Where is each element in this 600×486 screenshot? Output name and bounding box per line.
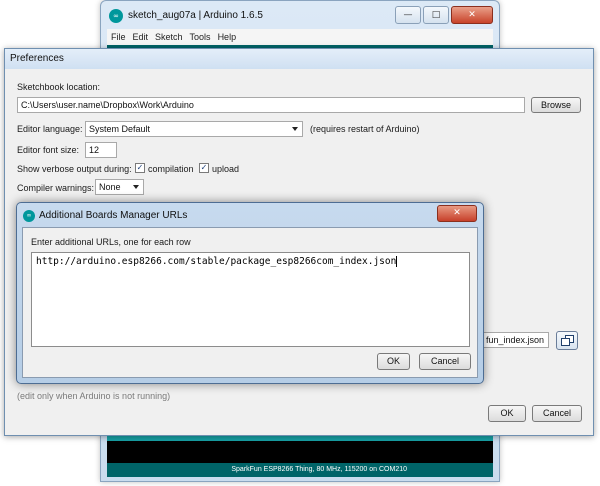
close-icon[interactable]: ✕	[437, 205, 477, 222]
font-size-label: Editor font size:	[17, 145, 80, 155]
menu-sketch[interactable]: Sketch	[155, 29, 183, 45]
compiler-warnings-select[interactable]: None	[95, 179, 144, 195]
upload-label: upload	[212, 164, 240, 174]
minimize-icon[interactable]: —	[395, 6, 421, 24]
cancel-button[interactable]: Cancel	[532, 405, 582, 422]
ide-window-title: sketch_aug07a | Arduino 1.6.5	[128, 10, 263, 21]
preferences-titlebar[interactable]: Preferences	[5, 49, 593, 69]
verbose-output-label: Show verbose output during:	[17, 164, 132, 174]
sketchbook-location-field[interactable]: C:\Users\user.name\Dropbox\Work\Arduino	[17, 97, 525, 113]
arduino-logo-icon: ∞	[109, 9, 123, 23]
font-size-field[interactable]: 12	[85, 142, 117, 158]
compilation-checkbox[interactable]: ✓	[135, 163, 145, 173]
urls-instruction: Enter additional URLs, one for each row	[31, 237, 191, 247]
editor-language-value: System Default	[89, 124, 151, 134]
compilation-label: compilation	[148, 164, 194, 174]
text-cursor	[396, 256, 398, 267]
urls-textarea[interactable]: http://arduino.esp8266.com/stable/packag…	[31, 252, 470, 347]
ok-button[interactable]: OK	[377, 353, 410, 370]
ide-titlebar[interactable]: ∞ sketch_aug07a | Arduino 1.6.5 — □ ✕	[101, 1, 499, 31]
url-entry: http://arduino.esp8266.com/stable/packag…	[36, 256, 397, 267]
edit-urls-button[interactable]	[556, 331, 578, 350]
close-icon[interactable]: ✕	[451, 6, 493, 24]
menu-tools[interactable]: Tools	[190, 29, 211, 45]
menu-edit[interactable]: Edit	[133, 29, 149, 45]
browse-button[interactable]: Browse	[531, 97, 581, 113]
boards-dialog-body: Enter additional URLs, one for each row …	[22, 227, 478, 378]
chevron-down-icon	[133, 185, 139, 189]
edit-only-note: (edit only when Arduino is not running)	[17, 391, 171, 401]
editor-language-label: Editor language:	[17, 124, 83, 134]
restart-note: (requires restart of Arduino)	[310, 124, 420, 134]
arduino-logo-icon: ∞	[23, 210, 35, 222]
sketchbook-location-label: Sketchbook location:	[17, 82, 101, 92]
ok-button[interactable]: OK	[488, 405, 526, 422]
preferences-title: Preferences	[10, 53, 64, 64]
menu-file[interactable]: File	[111, 29, 126, 45]
upload-checkbox[interactable]: ✓	[199, 163, 209, 173]
chevron-down-icon	[292, 127, 298, 131]
editor-language-select[interactable]: System Default	[85, 121, 303, 137]
additional-urls-field[interactable]: fun_index.json	[483, 332, 549, 348]
board-status-bar: SparkFun ESP8266 Thing, 80 MHz, 115200 o…	[107, 463, 493, 477]
maximize-icon[interactable]: □	[423, 6, 449, 24]
ide-menubar: File Edit Sketch Tools Help	[107, 29, 493, 45]
menu-help[interactable]: Help	[218, 29, 237, 45]
boards-dialog-title: Additional Boards Manager URLs	[39, 210, 188, 221]
cancel-button[interactable]: Cancel	[419, 353, 471, 370]
compiler-warnings-value: None	[99, 182, 121, 192]
compiler-warnings-label: Compiler warnings:	[17, 183, 95, 193]
boards-manager-urls-dialog: ∞ Additional Boards Manager URLs ✕ Enter…	[16, 202, 484, 384]
